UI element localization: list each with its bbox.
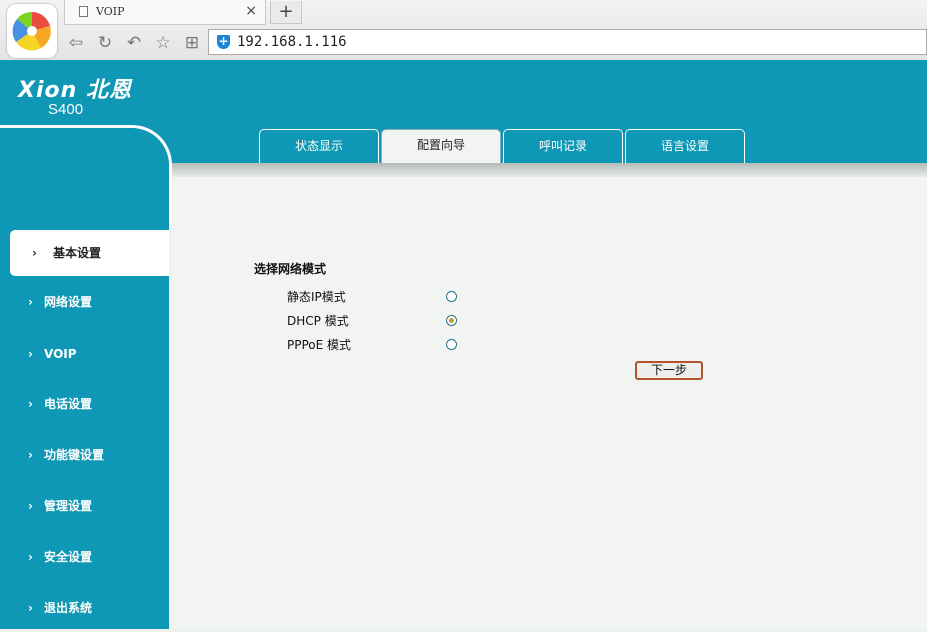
header-curve-divider xyxy=(0,125,172,225)
sidebar-item-label: VOIP xyxy=(44,347,77,361)
grid-icon[interactable]: ⊞ xyxy=(182,33,202,53)
close-icon[interactable]: × xyxy=(245,3,257,19)
sidebar-item-network-settings[interactable]: › 网络设置 xyxy=(0,278,169,326)
sidebar: › 基本设置 › 网络设置 › VOIP › 电话设置 › 功能键设置 › 管理… xyxy=(0,163,169,629)
chevron-right-icon: › xyxy=(28,347,33,361)
main-content: 选择网络模式 静态IP模式 DHCP 模式 PPPoE 模式 下一步 xyxy=(172,177,927,629)
sidebar-item-label: 退出系统 xyxy=(44,601,93,615)
sidebar-item-label: 管理设置 xyxy=(44,499,93,513)
device-model: S400 xyxy=(48,101,84,118)
shield-icon: + xyxy=(217,34,230,49)
radio-dhcp[interactable] xyxy=(446,315,457,326)
chevron-right-icon: › xyxy=(28,499,33,513)
sidebar-item-label: 基本设置 xyxy=(53,246,102,260)
chevron-right-icon: › xyxy=(28,550,33,564)
tab-language[interactable]: 语言设置 xyxy=(625,129,745,163)
radio-pppoe[interactable] xyxy=(446,339,457,350)
address-bar[interactable]: + 192.168.1.116 xyxy=(208,29,927,55)
chevron-right-icon: › xyxy=(28,448,33,462)
sidebar-item-voip[interactable]: › VOIP xyxy=(0,330,169,378)
option-label-pppoe: PPPoE 模式 xyxy=(287,338,352,352)
sidebar-item-logout[interactable]: › 退出系统 xyxy=(0,584,169,632)
tab-call-log[interactable]: 呼叫记录 xyxy=(503,129,623,163)
chevron-right-icon: › xyxy=(32,246,37,260)
brand-logo: Xion 北恩 xyxy=(18,78,132,103)
chevron-right-icon: › xyxy=(28,295,33,309)
back-icon[interactable]: ⇦ xyxy=(66,33,86,53)
sidebar-item-basic-settings[interactable]: › 基本设置 xyxy=(10,230,169,276)
next-step-button[interactable]: 下一步 xyxy=(635,361,703,380)
radio-static-ip[interactable] xyxy=(446,291,457,302)
page-icon xyxy=(79,6,88,17)
browser-toolbar: VOIP × + ⇦ ↻ ↶ ☆ ⊞ + 192.168.1.116 xyxy=(0,0,927,60)
browser-tab[interactable]: VOIP × xyxy=(64,0,266,25)
undo-icon[interactable]: ↶ xyxy=(124,33,144,53)
sidebar-item-label: 功能键设置 xyxy=(44,448,105,462)
browser-logo-icon[interactable] xyxy=(7,4,57,58)
sidebar-item-phone-settings[interactable]: › 电话设置 xyxy=(0,380,169,428)
chevron-right-icon: › xyxy=(28,601,33,615)
star-icon[interactable]: ☆ xyxy=(153,33,173,53)
option-label-dhcp: DHCP 模式 xyxy=(287,314,349,328)
option-label-static-ip: 静态IP模式 xyxy=(287,290,346,304)
tab-title: VOIP xyxy=(96,5,125,18)
section-title: 选择网络模式 xyxy=(254,262,327,276)
address-text[interactable]: 192.168.1.116 xyxy=(237,34,347,50)
content-top-shadow xyxy=(172,163,927,177)
chevron-right-icon: › xyxy=(28,397,33,411)
sidebar-item-function-keys[interactable]: › 功能键设置 xyxy=(0,431,169,479)
tab-setup-wizard[interactable]: 配置向导 xyxy=(381,129,501,163)
tab-status[interactable]: 状态显示 xyxy=(259,129,379,163)
sidebar-item-management[interactable]: › 管理设置 xyxy=(0,482,169,530)
sidebar-item-label: 电话设置 xyxy=(44,397,93,411)
sidebar-item-label: 网络设置 xyxy=(44,295,93,309)
refresh-icon[interactable]: ↻ xyxy=(95,33,115,53)
new-tab-button[interactable]: + xyxy=(270,1,302,24)
sidebar-item-security[interactable]: › 安全设置 xyxy=(0,533,169,581)
sidebar-item-label: 安全设置 xyxy=(44,550,93,564)
